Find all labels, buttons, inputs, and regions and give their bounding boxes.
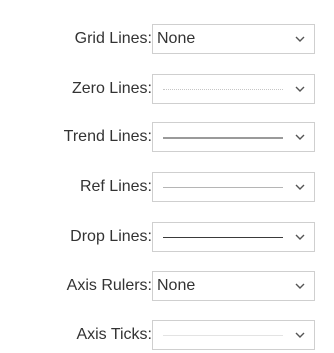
ref-lines-dropdown[interactable] (152, 172, 315, 202)
chevron-down-icon (294, 83, 306, 95)
axis-ticks-dropdown[interactable] (152, 320, 315, 350)
axis-rulers-value: None (157, 277, 196, 294)
chevron-down-icon (294, 280, 306, 292)
grid-lines-value: None (157, 30, 196, 47)
zero-lines-label: Zero Lines: (71, 80, 152, 97)
chevron-down-icon (294, 33, 306, 45)
trend-lines-row: Trend Lines: (0, 122, 334, 156)
chevron-down-icon (294, 329, 306, 341)
axis-ticks-row: Axis Ticks: (0, 320, 334, 353)
grid-lines-dropdown[interactable]: None (152, 24, 315, 54)
axis-rulers-label: Axis Rulers: (66, 277, 152, 294)
ref-lines-style-sample (163, 187, 283, 188)
drop-lines-row: Drop Lines: (0, 222, 334, 256)
ref-lines-label: Ref Lines: (79, 178, 152, 195)
trend-lines-dropdown[interactable] (152, 122, 315, 152)
zero-lines-style-sample (163, 89, 283, 90)
axis-ticks-label: Axis Ticks: (76, 326, 152, 343)
format-lines-panel: Grid Lines: None Zero Lines: Trend Lines… (0, 0, 334, 353)
trend-lines-style-sample (163, 137, 283, 139)
trend-lines-label: Trend Lines: (63, 128, 152, 145)
axis-rulers-dropdown[interactable]: None (152, 271, 315, 301)
grid-lines-row: Grid Lines: None (0, 24, 334, 58)
chevron-down-icon (294, 231, 306, 243)
axis-ticks-style-sample (163, 335, 283, 336)
drop-lines-label: Drop Lines: (70, 228, 152, 245)
axis-rulers-row: Axis Rulers: None (0, 271, 334, 305)
zero-lines-dropdown[interactable] (152, 74, 315, 104)
chevron-down-icon (294, 181, 306, 193)
section-header-fragment (20, 0, 60, 5)
zero-lines-row: Zero Lines: (0, 74, 334, 108)
grid-lines-label: Grid Lines: (74, 30, 152, 47)
ref-lines-row: Ref Lines: (0, 172, 334, 206)
drop-lines-dropdown[interactable] (152, 222, 315, 252)
chevron-down-icon (294, 131, 306, 143)
drop-lines-style-sample (163, 237, 283, 238)
